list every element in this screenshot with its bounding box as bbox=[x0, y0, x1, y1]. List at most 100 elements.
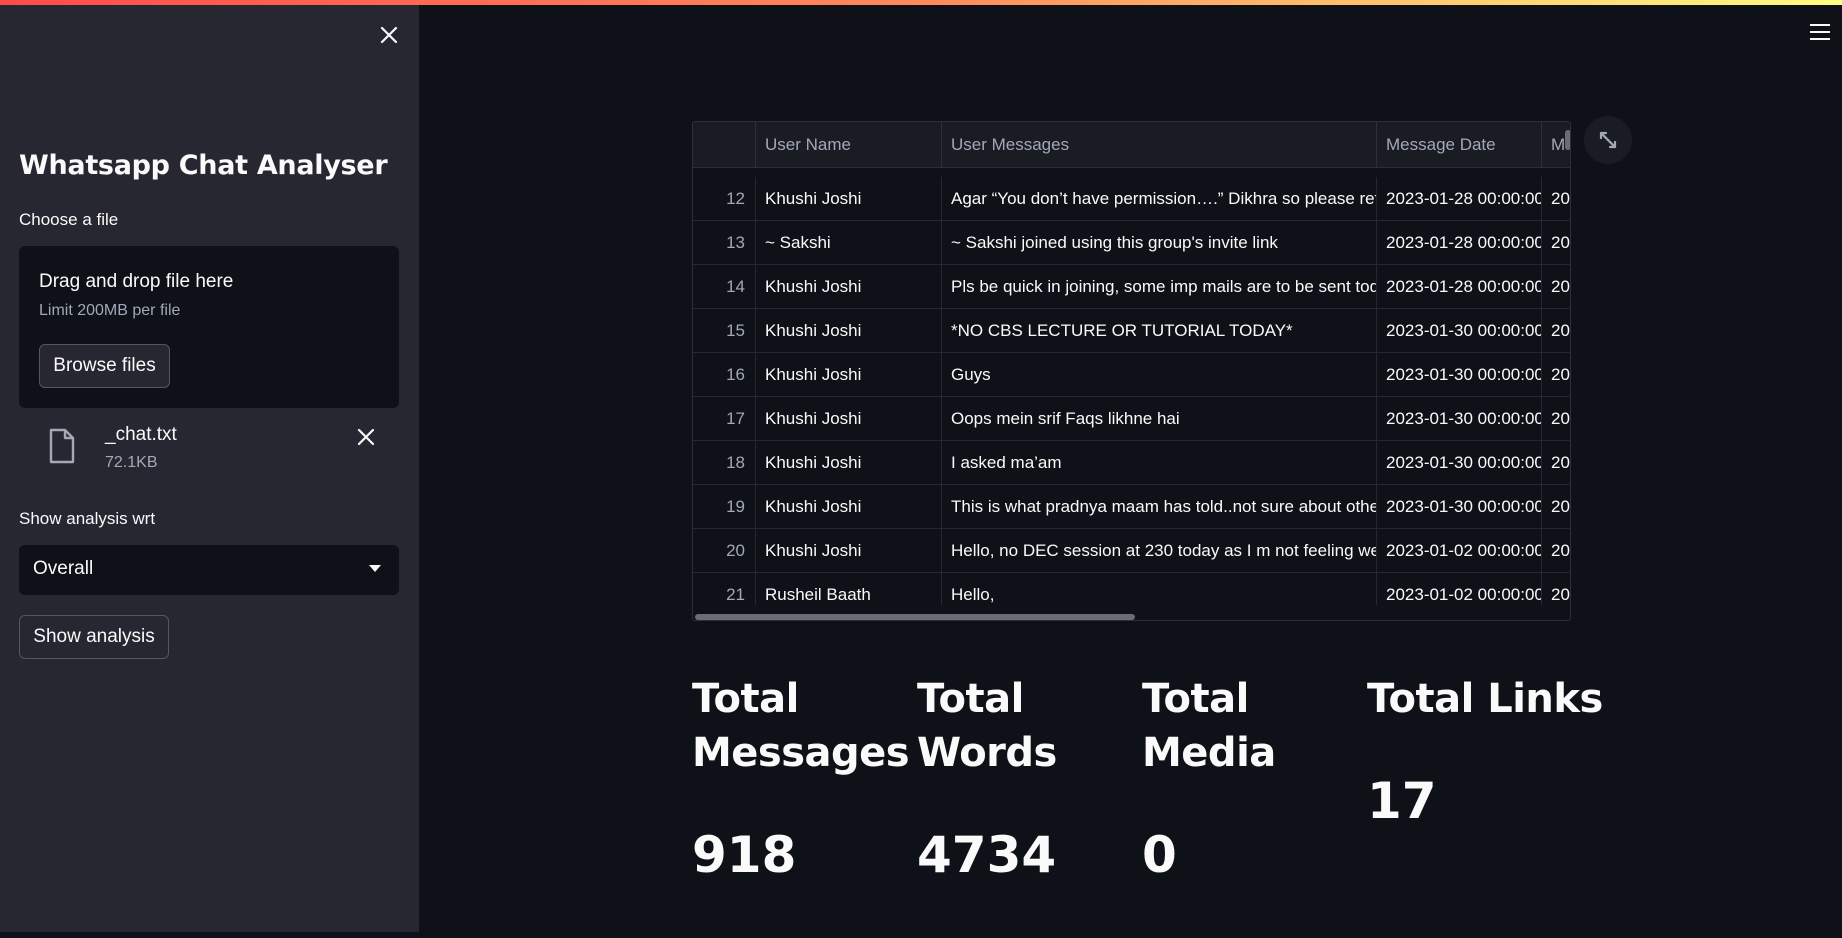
cell-truncated: 20 bbox=[1542, 309, 1570, 353]
browse-files-button[interactable]: Browse files bbox=[39, 344, 170, 388]
cell-truncated: 20 bbox=[1542, 221, 1570, 265]
column-header-index[interactable] bbox=[693, 122, 756, 168]
select-label: Show analysis wrt bbox=[19, 509, 156, 528]
table-row[interactable]: 17 Khushi Joshi Oops mein srif Faqs likh… bbox=[693, 397, 1570, 441]
select-value: Overall bbox=[33, 558, 94, 579]
metric-value: 918 bbox=[692, 826, 797, 884]
show-analysis-button[interactable]: Show analysis bbox=[19, 615, 169, 659]
chevron-down-icon bbox=[369, 565, 381, 572]
cell-user: Khushi Joshi bbox=[756, 529, 942, 573]
cell-user: Khushi Joshi bbox=[756, 397, 942, 441]
column-header-message-date[interactable]: Message Date bbox=[1377, 122, 1542, 168]
table-row[interactable]: 18 Khushi Joshi I asked ma’am 2023-01-30… bbox=[693, 441, 1570, 485]
table-row[interactable]: 20 Khushi Joshi Hello, no DEC session at… bbox=[693, 529, 1570, 573]
cell-message: Hello, no DEC session at 230 today as I … bbox=[942, 529, 1377, 573]
row-index: 13 bbox=[693, 221, 756, 265]
cell-user: Khushi Joshi bbox=[756, 177, 942, 221]
cell-message: I asked ma’am bbox=[942, 441, 1377, 485]
metric-label: Total Messages bbox=[692, 676, 910, 776]
cell-date: 2023-01-30 00:00:00 bbox=[1377, 485, 1542, 529]
cell-message: Pls be quick in joining, some imp mails … bbox=[942, 265, 1377, 309]
cell-user: Khushi Joshi bbox=[756, 265, 942, 309]
row-index: 18 bbox=[693, 441, 756, 485]
app-title: Whatsapp Chat Analyser bbox=[19, 150, 388, 181]
cell-date: 2023-01-28 00:00:00 bbox=[1377, 177, 1542, 221]
table-row[interactable]: 14 Khushi Joshi Pls be quick in joining,… bbox=[693, 265, 1570, 309]
metric-total-media: Total Media 0 bbox=[1142, 672, 1362, 884]
cell-message: Hello, bbox=[942, 573, 1377, 605]
cell-truncated: 20 bbox=[1542, 353, 1570, 397]
uploaded-file-size: 72.1KB bbox=[105, 454, 158, 471]
cell-user: Khushi Joshi bbox=[756, 309, 942, 353]
uploaded-file-name: _chat.txt bbox=[105, 424, 177, 445]
cell-truncated: 20 bbox=[1542, 265, 1570, 309]
column-header-user-name[interactable]: User Name bbox=[756, 122, 942, 168]
table-row[interactable]: 12 Khushi Joshi Agar “You don’t have per… bbox=[693, 177, 1570, 221]
cell-user: Khushi Joshi bbox=[756, 441, 942, 485]
cell-message: Agar “You don’t have permission….” Dikhr… bbox=[942, 177, 1377, 221]
table-row[interactable]: 19 Khushi Joshi This is what pradnya maa… bbox=[693, 485, 1570, 529]
row-index: 14 bbox=[693, 265, 756, 309]
table-header: User Name User Messages Message Date M bbox=[693, 122, 1570, 168]
cell-date: 2023-01-02 00:00:00 bbox=[1377, 529, 1542, 573]
table-row[interactable]: 21 Rusheil Baath Hello, 2023-01-02 00:00… bbox=[693, 573, 1570, 605]
row-index: 17 bbox=[693, 397, 756, 441]
uploaded-file-row: _chat.txt 72.1KB bbox=[19, 418, 399, 476]
metric-total-words: Total Words 4734 bbox=[917, 672, 1137, 884]
top-accent-stripe bbox=[0, 0, 1842, 5]
fullscreen-icon[interactable] bbox=[1584, 116, 1632, 164]
cell-truncated: 20 bbox=[1542, 529, 1570, 573]
metric-label: Total Links bbox=[1367, 676, 1603, 722]
row-index: 15 bbox=[693, 309, 756, 353]
row-index: 16 bbox=[693, 353, 756, 397]
cell-user: Khushi Joshi bbox=[756, 353, 942, 397]
row-index: 20 bbox=[693, 529, 756, 573]
metric-label: Total Media bbox=[1142, 676, 1276, 776]
cell-date: 2023-01-30 00:00:00 bbox=[1377, 309, 1542, 353]
table-row[interactable]: 16 Khushi Joshi Guys 2023-01-30 00:00:00… bbox=[693, 353, 1570, 397]
remove-file-icon[interactable] bbox=[355, 426, 377, 448]
table-body: 12 Khushi Joshi Agar “You don’t have per… bbox=[693, 177, 1570, 605]
sidebar: Whatsapp Chat Analyser Choose a file Dra… bbox=[0, 0, 419, 932]
metric-value: 0 bbox=[1142, 826, 1177, 884]
vertical-scrollbar[interactable] bbox=[1565, 130, 1570, 150]
cell-message: ~ Sakshi joined using this group's invit… bbox=[942, 221, 1377, 265]
cell-date: 2023-01-02 00:00:00 bbox=[1377, 573, 1542, 605]
messages-table[interactable]: User Name User Messages Message Date M 1… bbox=[692, 121, 1571, 621]
column-header-user-messages[interactable]: User Messages bbox=[942, 122, 1377, 168]
cell-date: 2023-01-28 00:00:00 bbox=[1377, 265, 1542, 309]
hamburger-icon[interactable] bbox=[1810, 24, 1830, 42]
analysis-user-select[interactable]: Overall bbox=[19, 545, 399, 595]
cell-truncated: 20 bbox=[1542, 397, 1570, 441]
cell-date: 2023-01-28 00:00:00 bbox=[1377, 221, 1542, 265]
cell-date: 2023-01-30 00:00:00 bbox=[1377, 441, 1542, 485]
file-icon bbox=[49, 428, 75, 464]
file-uploader-label: Choose a file bbox=[19, 210, 119, 229]
cell-message: This is what pradnya maam has told..not … bbox=[942, 485, 1377, 529]
file-dropzone[interactable]: Drag and drop file here Limit 200MB per … bbox=[19, 246, 399, 408]
table-row[interactable]: 13 ~ Sakshi ~ Sakshi joined using this g… bbox=[693, 221, 1570, 265]
cell-truncated: 20 bbox=[1542, 441, 1570, 485]
cell-message: Guys bbox=[942, 353, 1377, 397]
horizontal-scrollbar[interactable] bbox=[695, 614, 1135, 620]
table-row[interactable]: 15 Khushi Joshi *NO CBS LECTURE OR TUTOR… bbox=[693, 309, 1570, 353]
metric-total-links: Total Links 17 bbox=[1367, 672, 1667, 830]
dropzone-limit: Limit 200MB per file bbox=[39, 302, 181, 319]
cell-date: 2023-01-30 00:00:00 bbox=[1377, 397, 1542, 441]
cell-truncated: 20 bbox=[1542, 573, 1570, 605]
metric-label: Total Words bbox=[917, 676, 1057, 776]
cell-user: Rusheil Baath bbox=[756, 573, 942, 605]
row-index: 19 bbox=[693, 485, 756, 529]
close-icon[interactable] bbox=[376, 22, 402, 48]
cell-date: 2023-01-30 00:00:00 bbox=[1377, 353, 1542, 397]
metric-value: 4734 bbox=[917, 826, 1057, 884]
metric-total-messages: Total Messages 918 bbox=[692, 672, 912, 884]
cell-message: Oops mein srif Faqs likhne hai bbox=[942, 397, 1377, 441]
cell-message: *NO CBS LECTURE OR TUTORIAL TODAY* bbox=[942, 309, 1377, 353]
dropzone-title: Drag and drop file here bbox=[39, 271, 234, 292]
cell-user: Khushi Joshi bbox=[756, 485, 942, 529]
cell-truncated: 20 bbox=[1542, 177, 1570, 221]
metric-value: 17 bbox=[1367, 772, 1437, 830]
cell-user: ~ Sakshi bbox=[756, 221, 942, 265]
row-index: 21 bbox=[693, 573, 756, 605]
